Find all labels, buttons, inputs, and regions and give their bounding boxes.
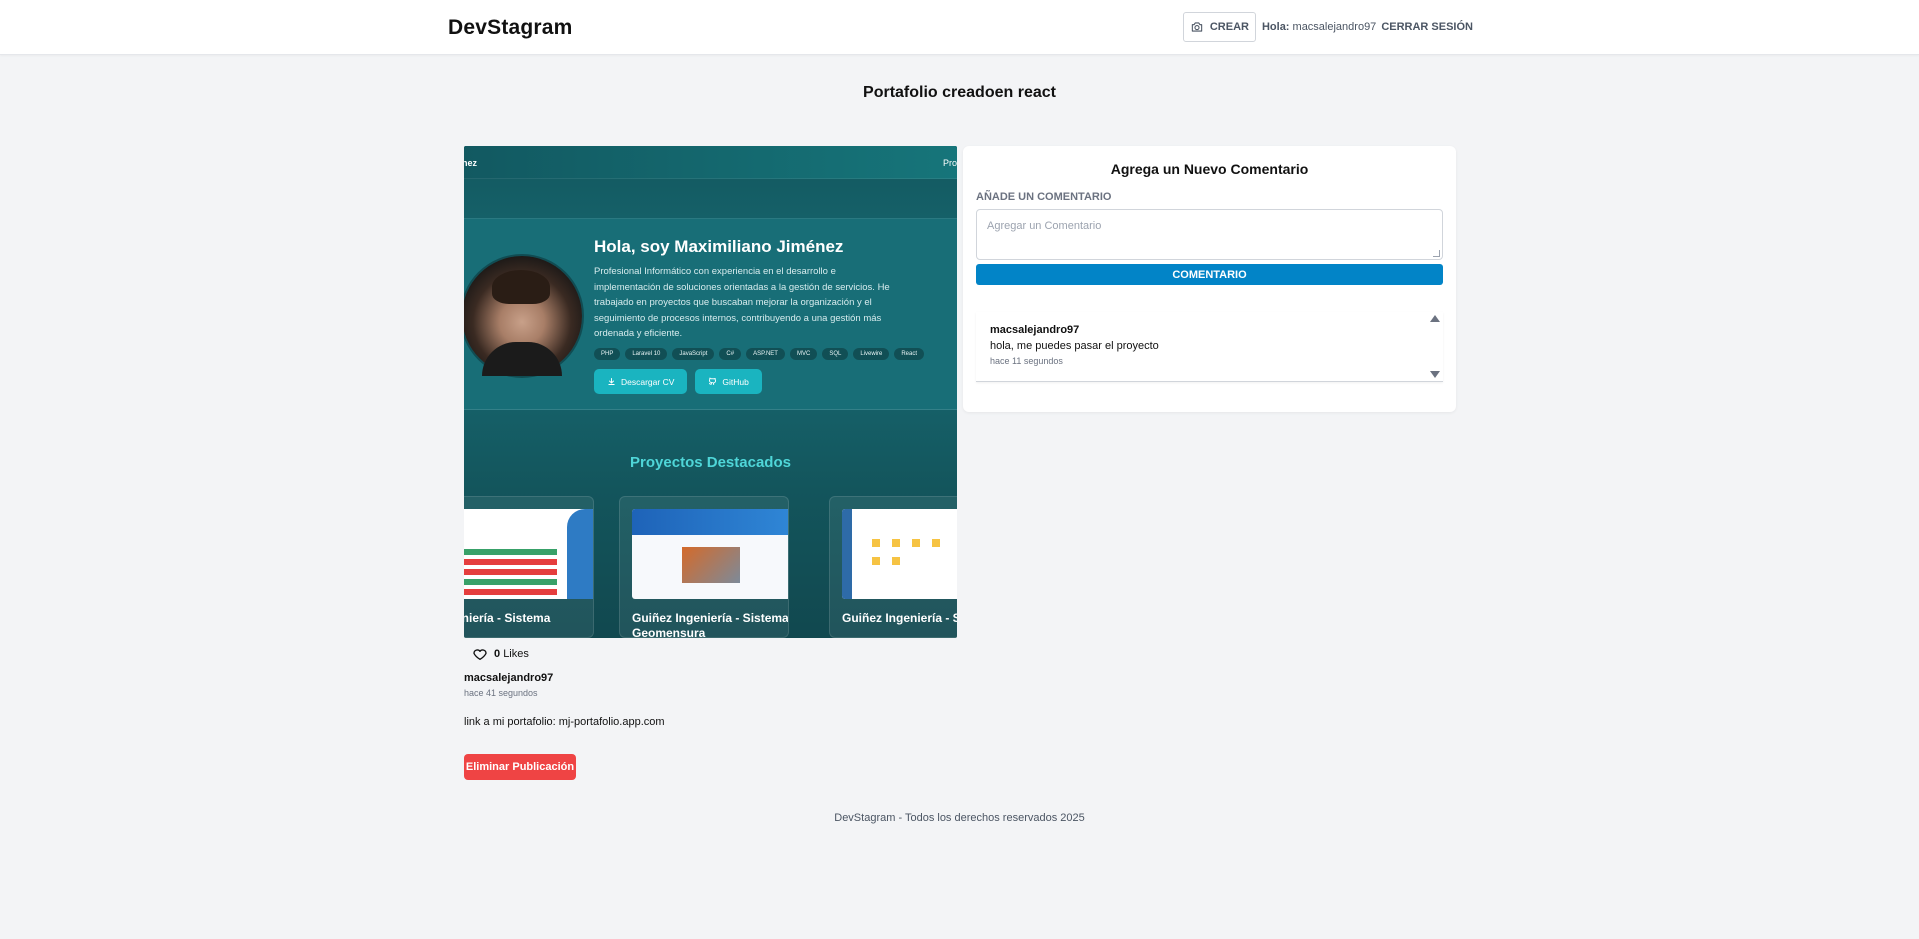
project-title: Guiñez Ingeniería - Sistema Geomensura	[632, 611, 789, 638]
project-card: Ingeniería - Sistema	[464, 496, 594, 638]
create-label: CREAR	[1209, 21, 1249, 33]
download-cv-button: Descargar CV	[594, 369, 688, 394]
create-post-button[interactable]: CREAR	[1182, 12, 1256, 42]
download-cv-label: Descargar CV	[621, 376, 675, 387]
greeting-username[interactable]: macsalejandro97	[1293, 21, 1377, 33]
heart-icon	[473, 649, 487, 660]
scroll-up-arrow-icon[interactable]	[1430, 315, 1440, 322]
comment-panel: Agrega un Nuevo Comentario AÑADE UN COME…	[963, 146, 1456, 412]
top-navbar: DevStagram CREAR Hola: macsalejandro97 C…	[0, 0, 1919, 55]
app-logo[interactable]: DevStagram	[448, 16, 573, 40]
likes-count: 0	[494, 648, 501, 660]
project-card: Guiñez Ingeniería - S SGD	[829, 496, 957, 638]
portfolio-buttons: Descargar CV GitHub	[594, 369, 762, 394]
greeting-prefix: Hola:	[1261, 21, 1290, 33]
greeting: Hola: macsalejandro97	[1262, 21, 1376, 33]
likes-label: Likes	[503, 648, 529, 660]
project-card: Guiñez Ingeniería - Sistema Geomensura	[619, 496, 789, 638]
project-title: Ingeniería - Sistema	[464, 611, 551, 625]
resize-handle-icon[interactable]	[1433, 250, 1440, 257]
like-button[interactable]: 0 Likes	[472, 646, 529, 662]
profile-photo	[464, 256, 582, 376]
post-image: nez Pro Hola, soy Maximiliano Jiménez Pr…	[464, 146, 957, 638]
skill-tag: JavaScript	[672, 348, 715, 360]
skill-tag: React	[894, 348, 925, 360]
post-author[interactable]: macsalejandro97	[464, 672, 553, 684]
post-description: link a mi portafolio: mj-portafolio.app.…	[464, 716, 665, 728]
comment-panel-title: Agrega un Nuevo Comentario	[1110, 161, 1309, 177]
project-title: Guiñez Ingeniería - S SGD	[842, 611, 957, 625]
project-thumbnail	[464, 509, 593, 599]
scroll-down-arrow-icon[interactable]	[1430, 371, 1440, 378]
comment-placeholder: Agregar un Comentario	[987, 220, 1102, 232]
download-icon	[608, 378, 615, 385]
comment-text: hola, me puedes pasar el proyecto	[990, 340, 1159, 352]
portfolio-bio: Profesional Informático con experiencia …	[594, 266, 890, 339]
post-timestamp: hace 41 segundos	[464, 688, 538, 698]
skill-tag: MVC	[789, 348, 818, 360]
skill-tag: PHP	[594, 348, 621, 360]
comment-timestamp: hace 11 segundos	[990, 356, 1063, 366]
portfolio-navbar: nez Pro	[464, 146, 957, 179]
project-thumbnail	[842, 509, 957, 599]
logout-button[interactable]: CERRAR SESIÓN	[1381, 21, 1473, 33]
comments-list[interactable]: macsalejandro97 hola, me puedes pasar el…	[976, 312, 1443, 382]
github-label: GitHub	[722, 376, 749, 387]
footer: DevStagram - Todos los derechos reservad…	[834, 812, 1085, 824]
portfolio-heading: Hola, soy Maximiliano Jiménez	[594, 237, 844, 256]
user-nav: CREAR Hola: macsalejandro97 CERRAR SESIÓ…	[1182, 12, 1473, 42]
submit-comment-button[interactable]: COMENTARIO	[976, 264, 1443, 285]
skill-tags: PHP Laravel 10 JavaScript C# ASP.NET MVC…	[594, 348, 925, 360]
skill-tag: Livewire	[853, 348, 890, 360]
delete-post-button[interactable]: Eliminar Publicación	[464, 754, 576, 780]
post-title: Portafolio creadoen react	[863, 84, 1056, 101]
portfolio-hero: Hola, soy Maximiliano Jiménez Profesiona…	[464, 218, 957, 410]
portfolio-nav-right: Pro	[942, 158, 957, 168]
skill-tag: ASP.NET	[746, 348, 785, 360]
skill-tag: SQL	[822, 348, 849, 360]
skill-tag: C#	[719, 348, 742, 360]
comment-textarea[interactable]: Agregar un Comentario	[976, 209, 1443, 260]
comment-field-label: AÑADE UN COMENTARIO	[976, 191, 1112, 203]
portfolio-nav-left: nez	[464, 158, 478, 168]
skill-tag: Laravel 10	[625, 348, 668, 360]
github-icon	[709, 377, 717, 385]
camera-icon	[1191, 22, 1203, 32]
comment-author[interactable]: macsalejandro97	[990, 324, 1079, 336]
projects-heading: Proyectos Destacados	[630, 454, 791, 471]
project-thumbnail	[632, 509, 788, 599]
github-button: GitHub	[695, 369, 762, 394]
